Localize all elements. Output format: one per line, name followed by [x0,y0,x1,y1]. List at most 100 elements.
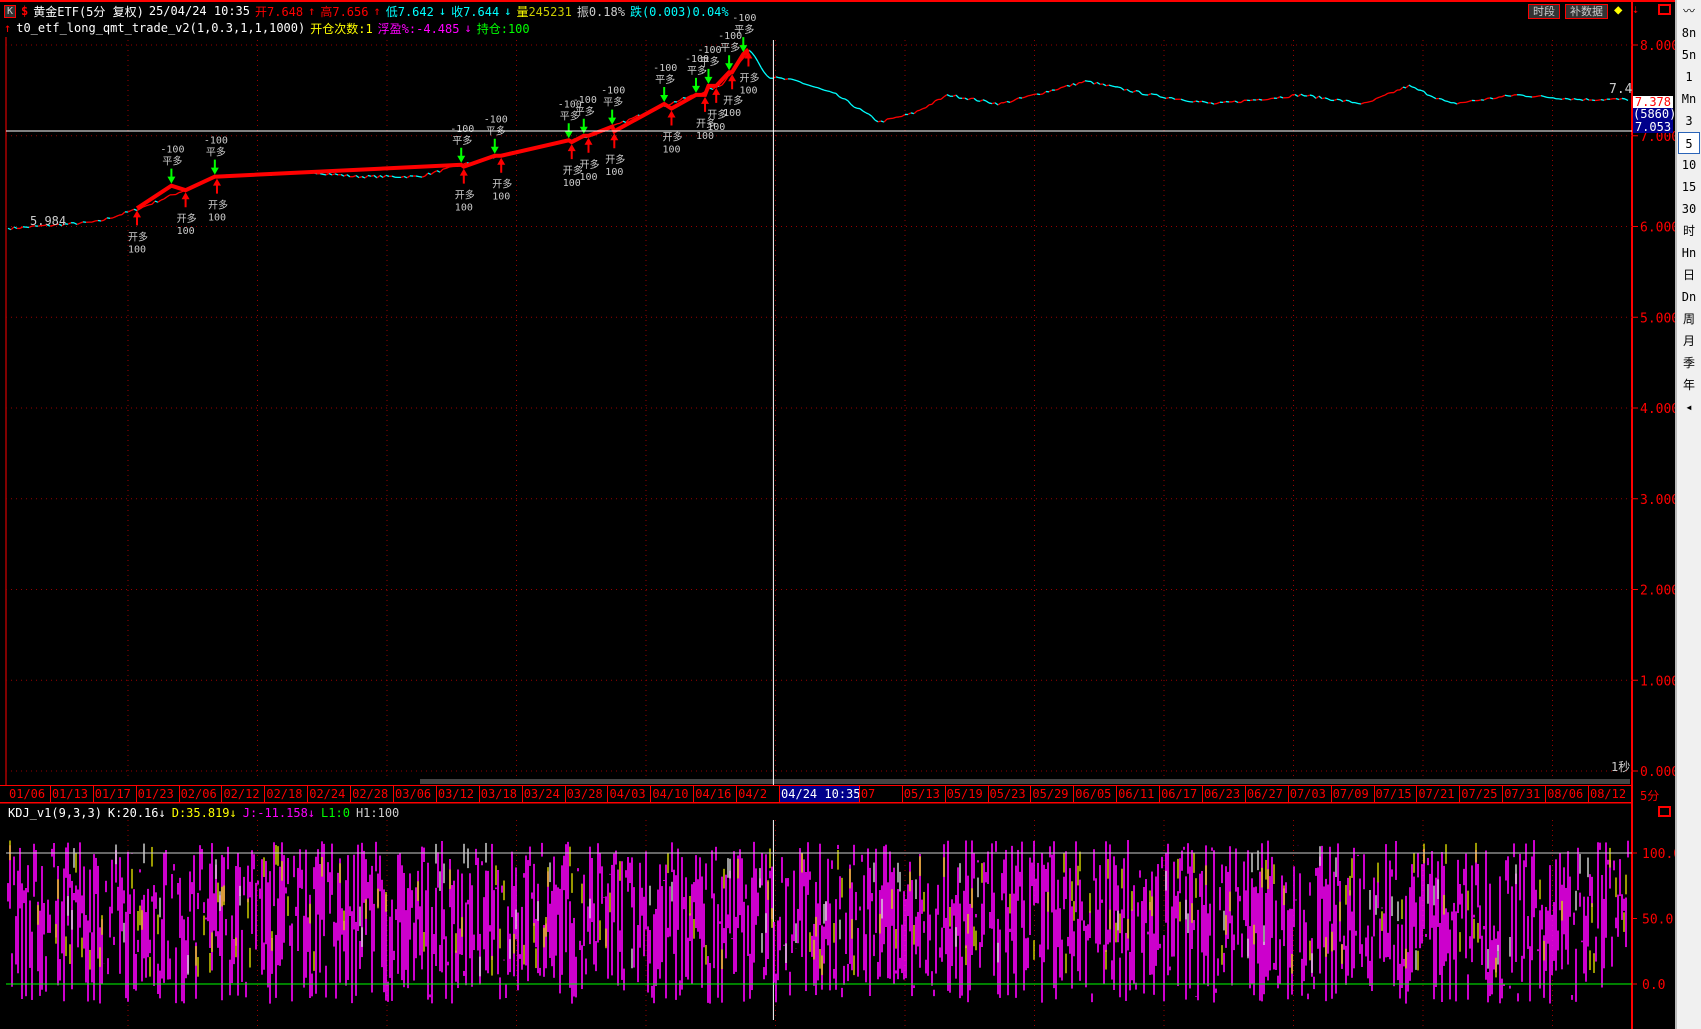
period-日[interactable]: 日 [1677,264,1701,286]
price-segment [391,175,396,178]
price-segment [922,106,927,110]
price-segment [790,78,795,81]
price-segment [751,52,756,58]
trade-qty: -100 [573,95,597,106]
price-segment [1006,100,1011,103]
period-5[interactable]: 5 [1678,132,1700,154]
date-label: 01/23 [137,786,180,802]
line-chart-icon[interactable]: 〰 [1677,0,1701,22]
price-segment [1300,93,1305,97]
period-label[interactable]: 5分 [1640,787,1659,804]
period-时[interactable]: 时 [1677,220,1701,242]
price-segment [1201,100,1206,103]
collapse-arrow-icon[interactable]: ◂ [1677,396,1701,418]
period-Mn[interactable]: Mn [1677,88,1701,110]
price-segment [157,199,162,203]
chart-canvas[interactable]: 8.0007.0006.0005.0004.0003.0002.0001.000… [0,0,1675,1029]
trade-qty: 100 [177,226,195,237]
price-segment [1495,96,1500,99]
maximize-icon[interactable] [1658,806,1671,817]
date-label: 07/03 [1289,786,1332,802]
anchor-icon[interactable]: ⇣ [1632,2,1639,16]
period-button[interactable]: 时段 [1528,4,1560,19]
maximize-icon[interactable] [1658,4,1671,15]
date-axis[interactable]: 01/06 01/13 01/17 01/23 02/06 02/12 02/18 02/24… [0,785,1632,803]
trade-qty: 100 [580,172,598,183]
sell-arrow-icon [579,118,588,134]
price-segment [1216,101,1221,105]
price-segment [946,94,951,97]
price-segment [100,219,105,222]
price-segment [952,94,957,97]
price-segment [1165,96,1170,100]
price-segment [148,203,153,206]
date-label: 07/31 [1503,786,1547,802]
price-segment [1036,93,1041,96]
price-segment [1015,97,1020,100]
period-季[interactable]: 季 [1677,352,1701,374]
k-line-button[interactable]: K [4,4,17,18]
trade-qty: 100 [605,167,623,178]
period-8n[interactable]: 8n [1677,22,1701,44]
buy-arrow-icon [584,137,593,153]
price-segment [1039,93,1044,96]
price-segment [1042,91,1047,95]
horizontal-scrollbar[interactable] [420,779,1630,784]
price-segment [973,97,978,102]
date-label: 04/24 10:35 [780,786,860,802]
price-segment [1120,87,1125,91]
change: 跌(0.003)0.04% [629,4,729,19]
price-segment [838,96,843,99]
date-label: 04/03 [608,786,652,802]
period-15[interactable]: 15 [1677,176,1701,198]
trade-label: 开多 [455,189,475,202]
volume-value: 245231 [528,4,572,19]
period-Hn[interactable]: Hn [1677,242,1701,264]
kdj-header: KDJ_v1(9,3,3) K:20.16 ↓ D:35.819 ↓ J:-11.1… [8,806,399,820]
price-segment [436,170,441,173]
down-arrow-icon: ↓ [504,4,512,18]
strategy-name[interactable]: t0_etf_long_qmt_trade_v2(1,0.3,1,1,1000) [16,21,305,35]
kdj-name[interactable]: KDJ_v1(9,3,3) [8,806,102,820]
diamond-icon[interactable]: ◆ [1614,2,1622,18]
period-3[interactable]: 3 [1677,110,1701,132]
price-segment [1468,99,1473,103]
price-segment [430,171,435,175]
dollar-icon[interactable]: $ [21,4,28,18]
price-segment [1009,100,1014,103]
trade-qty: 100 [739,86,757,97]
trade-label: 开多 [739,72,759,85]
date-label: 06/27 [1246,786,1289,802]
fill-data-button[interactable]: 补数据 [1565,4,1608,19]
period-月[interactable]: 月 [1677,330,1701,352]
price-segment [1501,94,1506,98]
trade-qty: 100 [492,192,510,203]
period-周[interactable]: 周 [1677,308,1701,330]
price-segment [1060,86,1065,89]
price-segment [754,56,759,63]
date-label: 03/12 [437,786,480,802]
price-segment [1411,86,1416,89]
period-Dn[interactable]: Dn [1677,286,1701,308]
period-10[interactable]: 10 [1677,154,1701,176]
period-1[interactable]: 1 [1677,66,1701,88]
date-label: 05/23 [989,786,1032,802]
price-segment [841,97,846,100]
price-segment [985,100,990,104]
price-segment [1372,98,1377,102]
buy-arrow-icon [497,157,506,173]
period-30[interactable]: 30 [1677,198,1701,220]
period-5n[interactable]: 5n [1677,44,1701,66]
price-segment [1603,98,1608,101]
price-segment [352,174,357,178]
price-segment [1288,94,1293,99]
start-price-label: 5.984 [30,214,67,228]
price-segment [1069,83,1074,87]
price-segment [907,112,912,116]
trade-label: 开多 [177,212,197,225]
up-arrow-icon: ↑ [4,21,12,35]
period-年[interactable]: 年 [1677,374,1701,396]
price-segment [1423,91,1428,96]
price-segment [439,168,444,173]
down-arrow-icon: ↓ [464,21,472,35]
